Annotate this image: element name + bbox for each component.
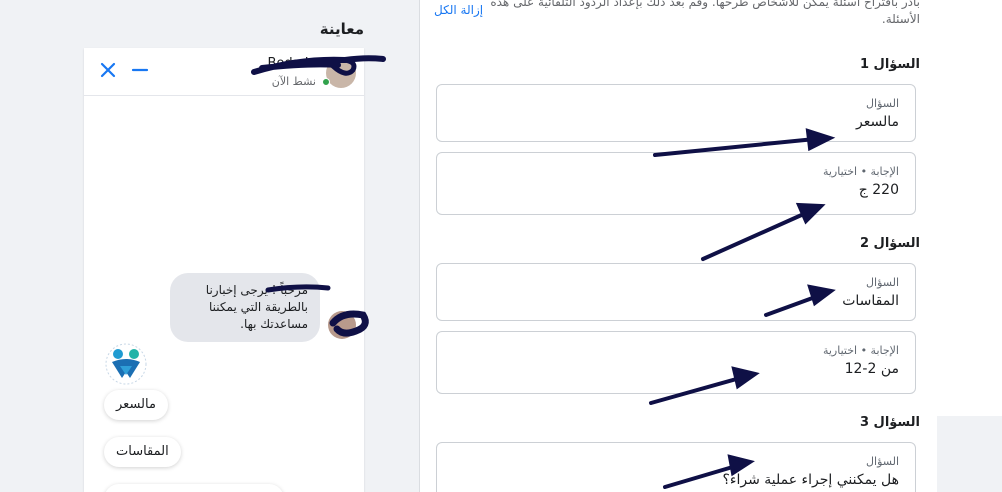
greeting-bubble: مرحباً ! يرجى إخبارنا بالطريقة التي يمكن… bbox=[170, 273, 320, 342]
intro-line-2: الأسئلة. bbox=[881, 12, 920, 26]
question-1-field[interactable]: السؤال مالسعر bbox=[436, 84, 916, 142]
page-background bbox=[937, 0, 1002, 416]
preview-title: معاينة bbox=[319, 20, 364, 38]
question-2-value[interactable]: المقاسات bbox=[453, 293, 899, 309]
intro-text: بادر باقتراح أسئلة يمكن للأشخاص طرحها. و… bbox=[450, 0, 920, 28]
question-1-value[interactable]: مالسعر bbox=[453, 114, 899, 130]
brand-logo-icon bbox=[105, 343, 147, 385]
message-avatar bbox=[328, 311, 356, 339]
remove-all-link[interactable]: إزالة الكل bbox=[434, 3, 483, 17]
question-2-heading: السؤال 2 bbox=[859, 236, 920, 251]
question-1-heading: السؤال 1 bbox=[859, 57, 920, 72]
answer-2-value[interactable]: من 2-12 bbox=[453, 361, 899, 377]
answer-field-label: الإجابة • اختيارية bbox=[822, 165, 899, 178]
close-icon[interactable] bbox=[98, 60, 118, 80]
chat-page-name: Boda L bbox=[267, 56, 312, 71]
questions-form: بادر باقتراح أسئلة يمكن للأشخاص طرحها. و… bbox=[420, 0, 937, 492]
question-3-value[interactable]: هل يمكنني إجراء عملية شراء؟ bbox=[453, 472, 899, 488]
chat-status: نشط الآن bbox=[271, 75, 316, 88]
question-3-heading: السؤال 3 bbox=[859, 415, 920, 430]
question-2-field[interactable]: السؤال المقاسات bbox=[436, 263, 916, 321]
answer-1-value[interactable]: 220 ج bbox=[453, 182, 899, 198]
intro-line-1: بادر باقتراح أسئلة يمكن للأشخاص طرحها. و… bbox=[490, 0, 920, 9]
chat-header: Boda L نشط الآن bbox=[84, 48, 364, 96]
question-3-field[interactable]: السؤال هل يمكنني إجراء عملية شراء؟ bbox=[436, 442, 916, 492]
answer-2-field[interactable]: الإجابة • اختيارية من 2-12 bbox=[436, 331, 916, 394]
page-background-lower bbox=[937, 416, 1002, 492]
answer-1-field[interactable]: الإجابة • اختيارية 220 ج bbox=[436, 152, 916, 215]
answer-field-label: الإجابة • اختيارية bbox=[822, 344, 899, 357]
chat-preview-window: Boda L نشط الآن مرحباً ! يرجى إخبارنا با… bbox=[84, 48, 364, 492]
online-indicator bbox=[322, 78, 330, 86]
quick-reply-price[interactable]: مالسعر bbox=[104, 390, 168, 420]
page-avatar bbox=[326, 58, 356, 88]
question-field-label: السؤال bbox=[866, 276, 899, 289]
quick-reply-partial[interactable] bbox=[104, 484, 284, 492]
minimize-icon[interactable] bbox=[131, 60, 149, 80]
quick-reply-sizes[interactable]: المقاسات bbox=[104, 437, 181, 467]
question-field-label: السؤال bbox=[866, 97, 899, 110]
question-field-label: السؤال bbox=[866, 455, 899, 468]
preview-section: معاينة Boda L نشط الآن مرحباً ! يرجى إخب… bbox=[28, 0, 419, 492]
